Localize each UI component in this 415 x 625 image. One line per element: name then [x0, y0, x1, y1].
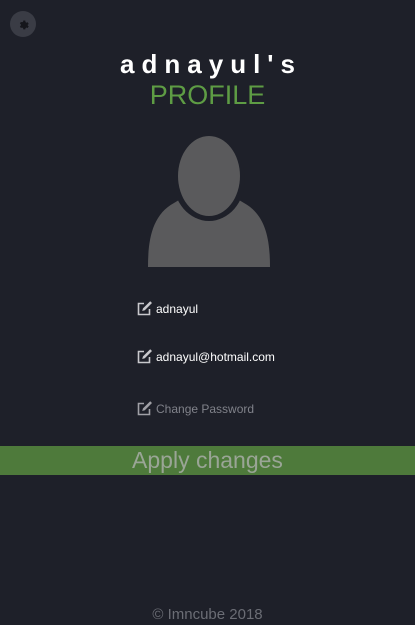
- email-field[interactable]: adnayul@hotmail.com: [136, 348, 275, 365]
- user-silhouette-icon: [148, 136, 270, 267]
- apply-changes-label: Apply changes: [132, 447, 283, 473]
- gear-icon: [19, 20, 29, 30]
- edit-pencil-icon[interactable]: [136, 400, 153, 417]
- copyright-footer: © Imncube 2018: [152, 606, 263, 623]
- username-value: adnayul: [156, 302, 199, 316]
- edit-pencil-icon[interactable]: [136, 348, 153, 365]
- profile-owner-name: adnayul's: [120, 49, 302, 79]
- edit-pencil-icon[interactable]: [136, 300, 153, 317]
- apply-changes-button[interactable]: Apply changes: [0, 446, 415, 475]
- change-password-placeholder: Change Password: [156, 402, 255, 416]
- settings-button[interactable]: [10, 11, 36, 37]
- username-field[interactable]: adnayul: [136, 300, 198, 317]
- email-value: adnayul@hotmail.com: [156, 350, 275, 364]
- password-field[interactable]: Change Password: [136, 400, 254, 417]
- profile-heading: PROFILE: [149, 80, 266, 110]
